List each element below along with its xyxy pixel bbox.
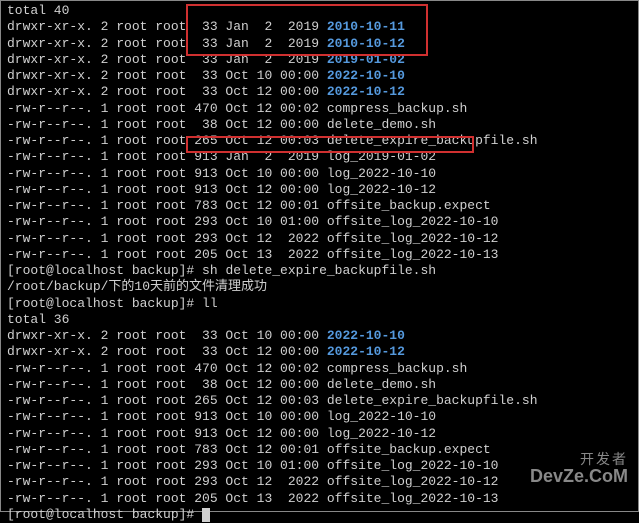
ls-row: -rw-r--r--. 1 root root 293 Oct 10 01:00… xyxy=(7,214,632,230)
ls-row: -rw-r--r--. 1 root root 205 Oct 13 2022 … xyxy=(7,491,632,507)
ls-row: -rw-r--r--. 1 root root 38 Oct 12 00:00 … xyxy=(7,377,632,393)
file-name: compress_backup.sh xyxy=(327,361,467,376)
command: ll xyxy=(202,296,218,311)
ls-row: -rw-r--r--. 1 root root 913 Oct 12 00:00… xyxy=(7,426,632,442)
file-name: offsite_backup.expect xyxy=(327,442,491,457)
ls-row: -rw-r--r--. 1 root root 913 Jan 2 2019 l… xyxy=(7,149,632,165)
file-name: log_2022-10-10 xyxy=(327,166,436,181)
dir-name: 2019-01-02 xyxy=(327,52,405,67)
dir-name: 2022-10-10 xyxy=(327,328,405,343)
file-name: compress_backup.sh xyxy=(327,101,467,116)
prompt-line[interactable]: [root@localhost backup]# xyxy=(7,507,632,523)
prompt-line: [root@localhost backup]# sh delete_expir… xyxy=(7,263,632,279)
ls-row: -rw-r--r--. 1 root root 265 Oct 12 00:03… xyxy=(7,393,632,409)
output-message: /root/backup/下的10天前的文件清理成功 xyxy=(7,279,632,295)
file-name: delete_demo.sh xyxy=(327,377,436,392)
ls-row: -rw-r--r--. 1 root root 293 Oct 12 2022 … xyxy=(7,474,632,490)
file-name: log_2022-10-10 xyxy=(327,409,436,424)
ls-row: drwxr-xr-x. 2 root root 33 Oct 10 00:00 … xyxy=(7,68,632,84)
ls-row: drwxr-xr-x. 2 root root 33 Jan 2 2019 20… xyxy=(7,19,632,35)
total-line: total 36 xyxy=(7,312,632,328)
ls-row: -rw-r--r--. 1 root root 913 Oct 10 00:00… xyxy=(7,166,632,182)
dir-name: 2010-10-11 xyxy=(327,19,405,34)
file-name: offsite_log_2022-10-12 xyxy=(327,474,499,489)
file-name: log_2022-10-12 xyxy=(327,426,436,441)
ls-row: -rw-r--r--. 1 root root 470 Oct 12 00:02… xyxy=(7,101,632,117)
file-name: delete_demo.sh xyxy=(327,117,436,132)
file-name: offsite_backup.expect xyxy=(327,198,491,213)
ls-row: -rw-r--r--. 1 root root 783 Oct 12 00:01… xyxy=(7,442,632,458)
cursor[interactable] xyxy=(202,508,210,522)
ls-row: -rw-r--r--. 1 root root 205 Oct 13 2022 … xyxy=(7,247,632,263)
ls-row: drwxr-xr-x. 2 root root 33 Jan 2 2019 20… xyxy=(7,36,632,52)
file-name: delete_expire_backupfile.sh xyxy=(327,393,538,408)
ls-row: -rw-r--r--. 1 root root 913 Oct 12 00:00… xyxy=(7,182,632,198)
dir-name: 2022-10-12 xyxy=(327,84,405,99)
terminal-output[interactable]: total 40drwxr-xr-x. 2 root root 33 Jan 2… xyxy=(7,3,632,523)
ls-row: drwxr-xr-x. 2 root root 33 Oct 12 00:00 … xyxy=(7,84,632,100)
ls-row: -rw-r--r--. 1 root root 265 Oct 12 00:03… xyxy=(7,133,632,149)
ls-row: -rw-r--r--. 1 root root 38 Oct 12 00:00 … xyxy=(7,117,632,133)
file-name: log_2019-01-02 xyxy=(327,149,436,164)
total-line: total 40 xyxy=(7,3,632,19)
command: sh delete_expire_backupfile.sh xyxy=(202,263,436,278)
ls-row: -rw-r--r--. 1 root root 783 Oct 12 00:01… xyxy=(7,198,632,214)
ls-row: drwxr-xr-x. 2 root root 33 Oct 10 00:00 … xyxy=(7,328,632,344)
dir-name: 2022-10-12 xyxy=(327,344,405,359)
ls-row: -rw-r--r--. 1 root root 913 Oct 10 00:00… xyxy=(7,409,632,425)
file-name: delete_expire_backupfile.sh xyxy=(327,133,538,148)
file-name: offsite_log_2022-10-10 xyxy=(327,458,499,473)
file-name: offsite_log_2022-10-13 xyxy=(327,491,499,506)
dir-name: 2010-10-12 xyxy=(327,36,405,51)
ls-row: -rw-r--r--. 1 root root 293 Oct 12 2022 … xyxy=(7,231,632,247)
dir-name: 2022-10-10 xyxy=(327,68,405,83)
file-name: offsite_log_2022-10-10 xyxy=(327,214,499,229)
file-name: offsite_log_2022-10-13 xyxy=(327,247,499,262)
prompt-line: [root@localhost backup]# ll xyxy=(7,296,632,312)
ls-row: drwxr-xr-x. 2 root root 33 Oct 12 00:00 … xyxy=(7,344,632,360)
ls-row: drwxr-xr-x. 2 root root 33 Jan 2 2019 20… xyxy=(7,52,632,68)
file-name: log_2022-10-12 xyxy=(327,182,436,197)
ls-row: -rw-r--r--. 1 root root 470 Oct 12 00:02… xyxy=(7,361,632,377)
ls-row: -rw-r--r--. 1 root root 293 Oct 10 01:00… xyxy=(7,458,632,474)
file-name: offsite_log_2022-10-12 xyxy=(327,231,499,246)
